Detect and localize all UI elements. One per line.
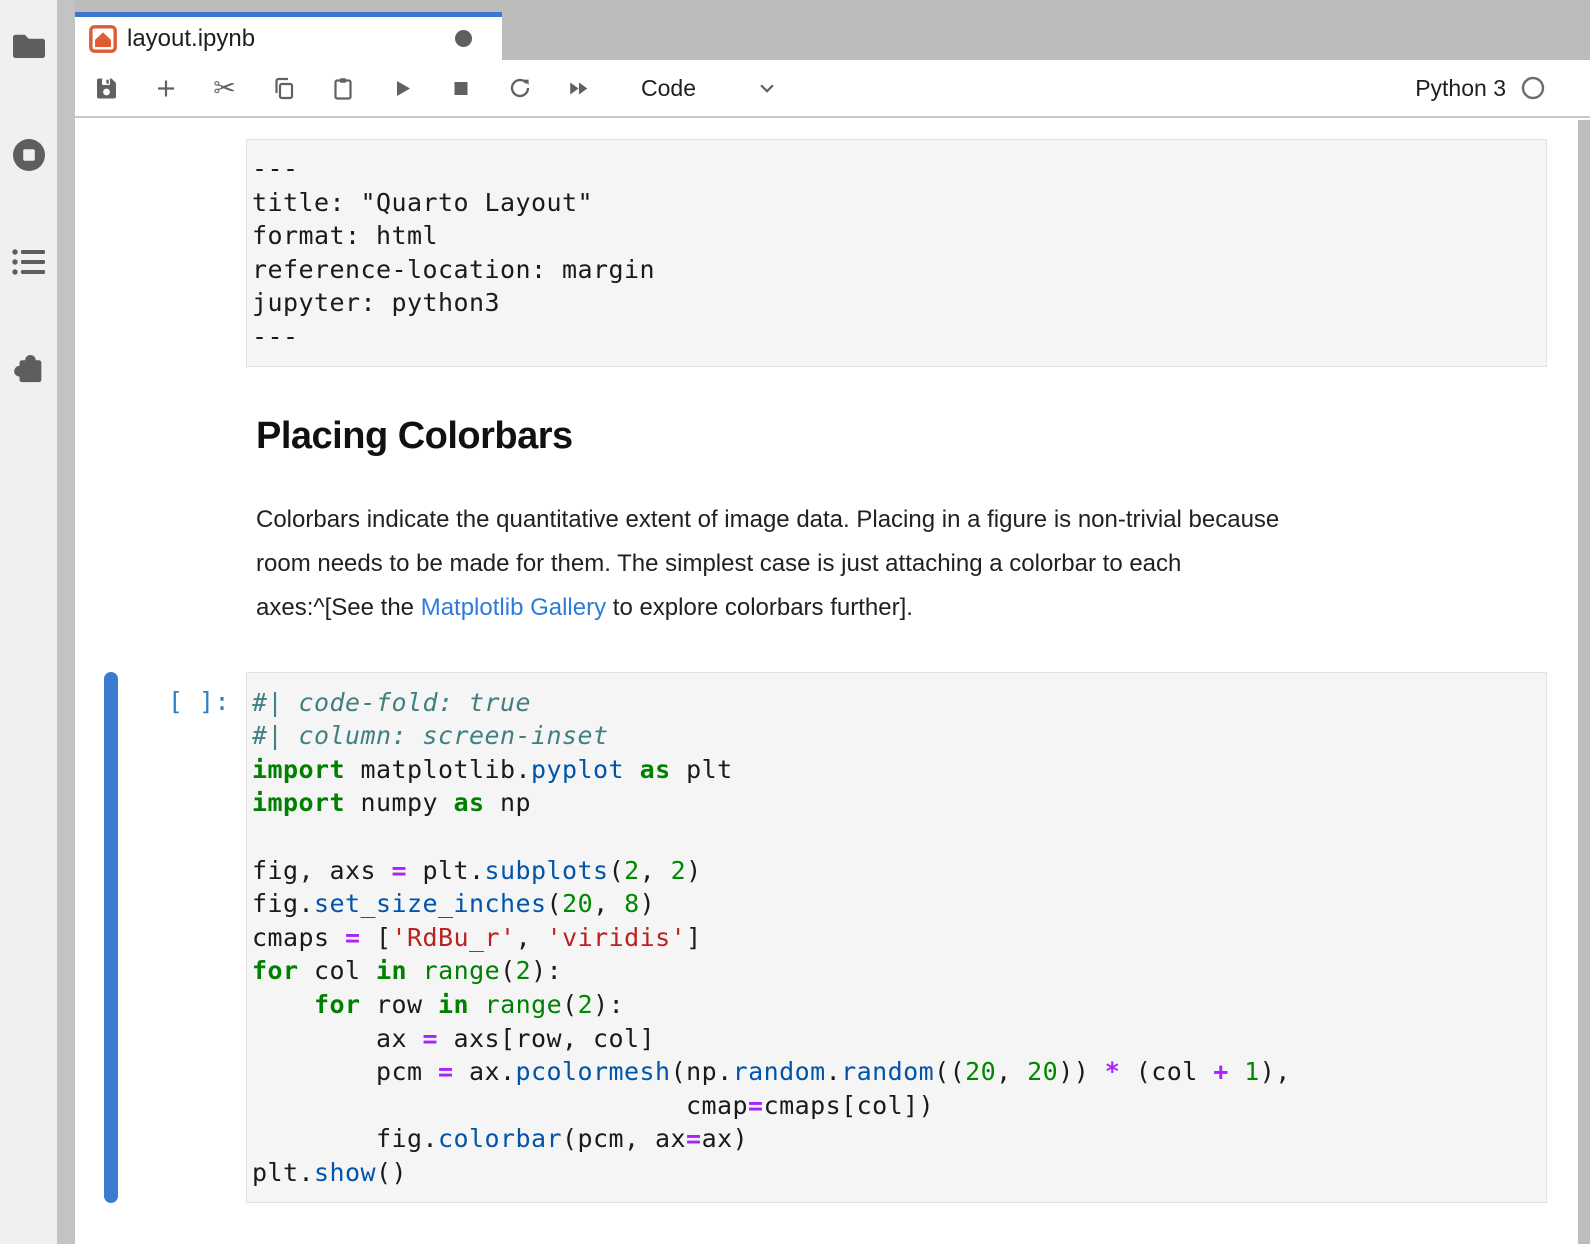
markdown-text-line: axes:^[See the Matplotlib Gallery to exp…	[256, 586, 1547, 630]
restart-icon	[508, 75, 532, 101]
notebook-toolbar: ✂	[75, 60, 1590, 118]
kernel-name: Python 3	[1415, 75, 1506, 102]
raw-line: ---	[252, 320, 1536, 354]
code-line: pcm = ax.pcolormesh(np.random.random((20…	[252, 1055, 1536, 1089]
restart-run-all-button[interactable]	[567, 76, 591, 100]
notebook-file-icon	[89, 25, 117, 53]
code-line: fig.colorbar(pcm, ax=ax)	[252, 1122, 1536, 1156]
code-cell[interactable]: [ ]: #| code-fold: true#| column: screen…	[75, 672, 1547, 1204]
cell-type-select[interactable]: Code	[641, 75, 778, 102]
raw-line: title: "Quarto Layout"	[252, 186, 1536, 220]
markdown-text-line: room needs to be made for them. The simp…	[256, 542, 1547, 586]
tab-title: layout.ipynb	[127, 25, 255, 53]
markdown-text: room needs to be made for them. The simp…	[256, 550, 1181, 577]
markdown-text: Colorbars indicate the quantitative exte…	[256, 506, 1279, 533]
save-button[interactable]	[95, 76, 119, 100]
heading-placing-colorbars: Placing Colorbars	[256, 413, 1547, 459]
code-line: #| column: screen-inset	[252, 719, 1536, 753]
puzzle-icon	[10, 347, 48, 385]
folder-icon	[11, 30, 47, 60]
run-cell-button[interactable]	[390, 76, 414, 100]
notebook-area: ---title: "Quarto Layout"format: htmlref…	[75, 120, 1590, 1244]
list-icon	[11, 247, 47, 277]
run-icon	[390, 76, 414, 101]
raw-line: reference-location: margin	[252, 253, 1536, 287]
copy-cells-button[interactable]	[272, 76, 296, 100]
restart-kernel-button[interactable]	[508, 76, 532, 100]
markdown-text: axes:^[See the	[256, 594, 421, 621]
paste-cells-button[interactable]	[331, 76, 355, 100]
raw-line: format: html	[252, 219, 1536, 253]
raw-yaml-cell[interactable]: ---title: "Quarto Layout"format: htmlref…	[75, 139, 1547, 367]
kernel-status-idle-icon	[1521, 76, 1545, 100]
interrupt-kernel-button[interactable]	[449, 76, 473, 100]
code-line: import numpy as np	[252, 786, 1536, 820]
code-cell-editor[interactable]: #| code-fold: true#| column: screen-inse…	[246, 672, 1547, 1204]
tab-bar: layout.ipynb	[75, 0, 1590, 60]
sidebar-item-extension-manager[interactable]	[8, 345, 50, 387]
code-line: #| code-fold: true	[252, 686, 1536, 720]
code-line: cmap=cmaps[col])	[252, 1089, 1536, 1123]
fast-forward-icon	[567, 76, 591, 101]
raw-line: ---	[252, 152, 1536, 186]
sidebar-item-running-sessions[interactable]	[8, 134, 50, 176]
matplotlib-gallery-link[interactable]: Matplotlib Gallery	[421, 594, 606, 621]
code-line: cmaps = ['RdBu_r', 'viridis']	[252, 921, 1536, 955]
unsaved-changes-dot[interactable]	[455, 30, 472, 47]
tab-layout-ipynb[interactable]: layout.ipynb	[75, 12, 502, 60]
code-line: plt.show()	[252, 1156, 1536, 1190]
scissors-icon: ✂	[213, 75, 236, 102]
activity-sidebar	[0, 0, 57, 1244]
kernel-indicator[interactable]: Python 3	[1415, 75, 1545, 102]
markdown-text-line: Colorbars indicate the quantitative exte…	[256, 498, 1547, 542]
jupyterlab-window: layout.ipynb ✂	[0, 0, 1590, 1244]
vertical-scrollbar[interactable]	[1578, 120, 1590, 1244]
markdown-paragraph: Colorbars indicate the quantitative exte…	[256, 498, 1547, 630]
code-line: for col in range(2):	[252, 954, 1536, 988]
clipboard-icon	[331, 76, 355, 101]
code-line: import matplotlib.pyplot as plt	[252, 753, 1536, 787]
code-line	[252, 820, 1536, 854]
insert-cell-button[interactable]	[154, 76, 178, 100]
chevron-down-icon	[756, 77, 778, 99]
active-cell-collapser[interactable]	[104, 672, 118, 1204]
sidebar-item-file-browser[interactable]	[8, 24, 50, 66]
markdown-text: to explore colorbars further].	[606, 594, 913, 621]
code-line: fig.set_size_inches(20, 8)	[252, 887, 1536, 921]
dock-panel-gap	[57, 0, 75, 1244]
code-line: fig, axs = plt.subplots(2, 2)	[252, 854, 1536, 888]
cell-type-label: Code	[641, 75, 696, 102]
code-line: for row in range(2):	[252, 988, 1536, 1022]
save-icon	[95, 76, 119, 101]
raw-line: jupyter: python3	[252, 286, 1536, 320]
markdown-cell[interactable]: Placing Colorbars Colorbars indicate the…	[75, 413, 1547, 630]
code-line: ax = axs[row, col]	[252, 1022, 1536, 1056]
stop-icon	[449, 76, 473, 101]
stop-circle-icon	[11, 137, 47, 173]
plus-icon	[154, 76, 178, 101]
sidebar-item-table-of-contents[interactable]	[8, 241, 50, 283]
cut-cells-button[interactable]: ✂	[213, 76, 237, 100]
execution-prompt: [ ]:	[155, 685, 230, 719]
raw-cell-editor[interactable]: ---title: "Quarto Layout"format: htmlref…	[246, 139, 1547, 367]
copy-icon	[272, 76, 296, 101]
